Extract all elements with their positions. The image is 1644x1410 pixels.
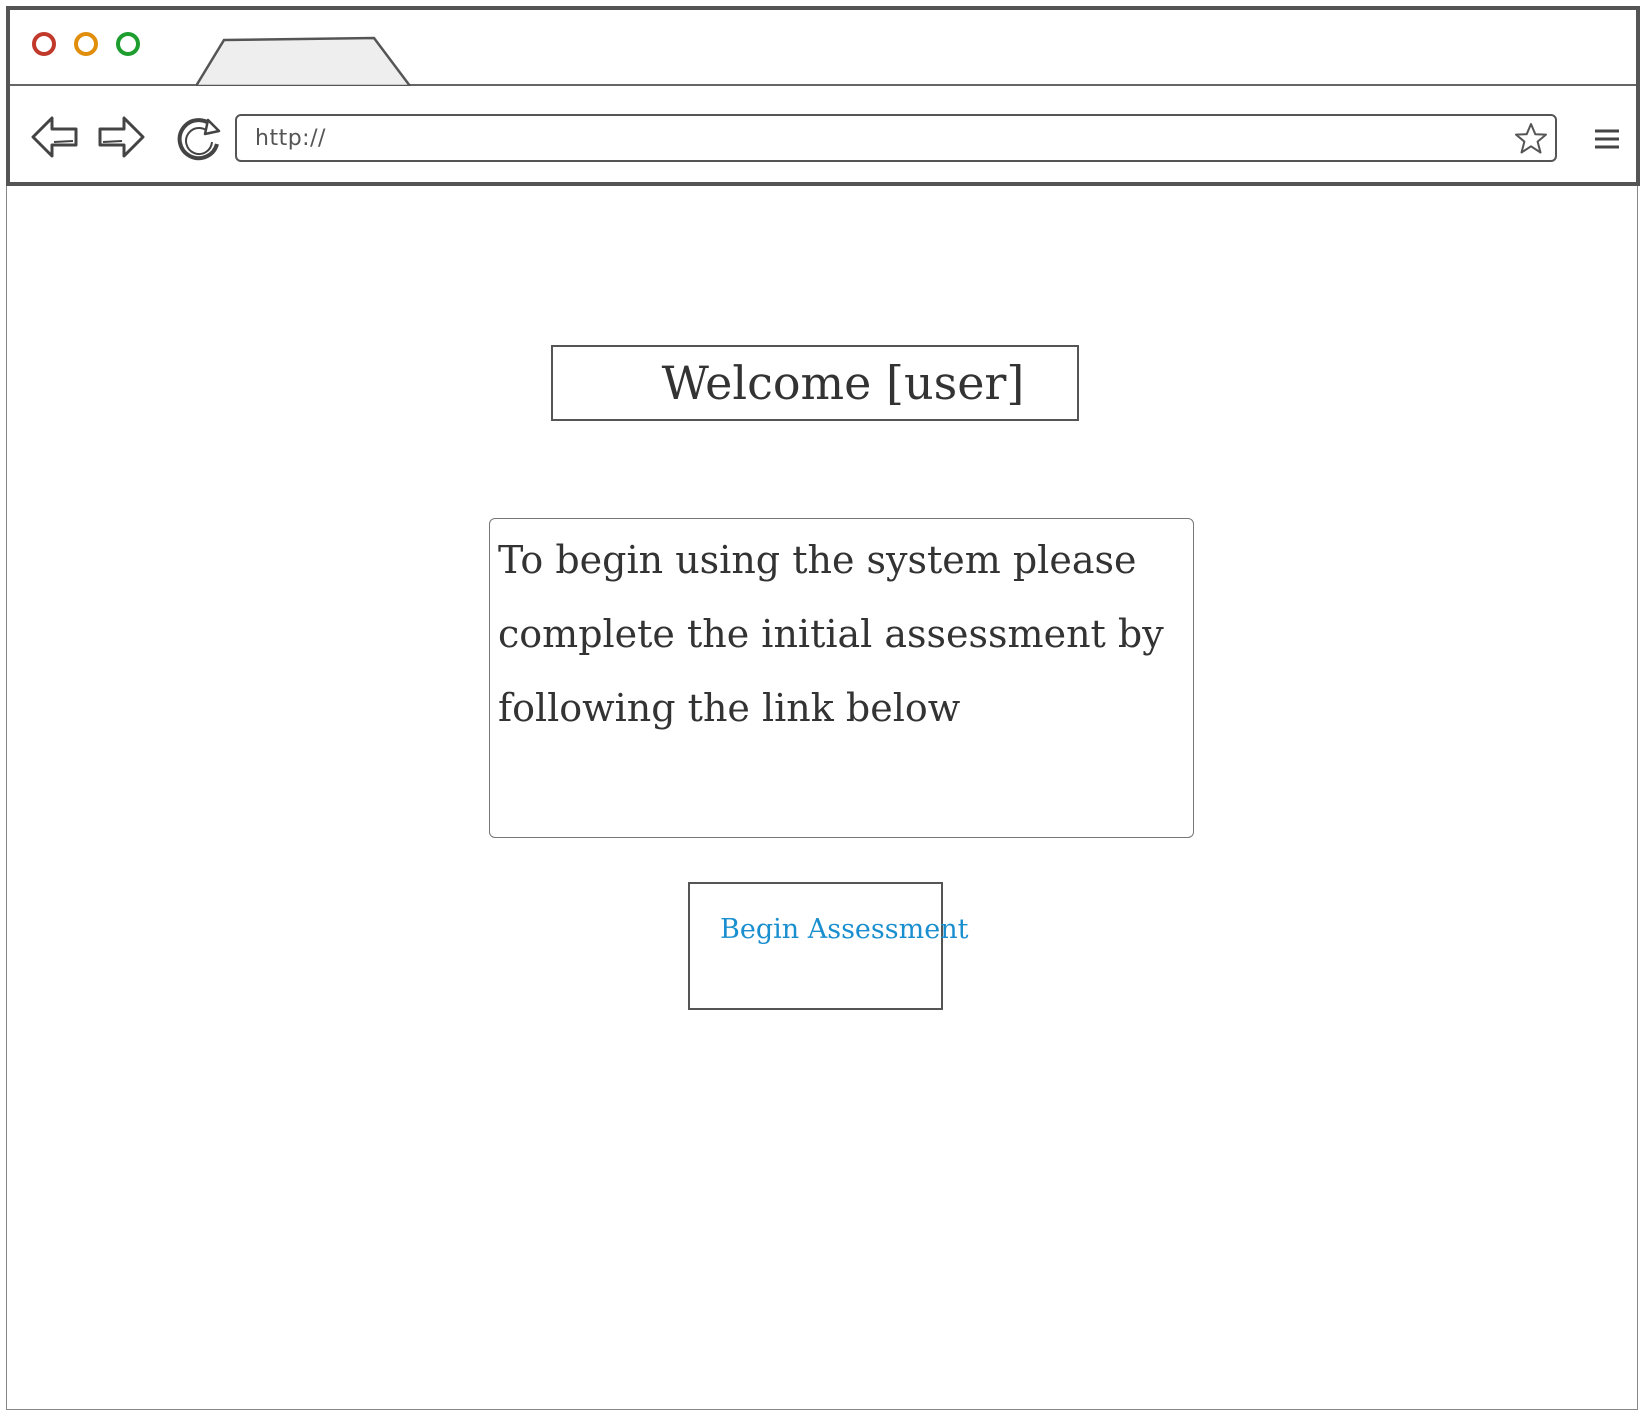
back-arrow-icon[interactable] — [30, 114, 80, 160]
hamburger-menu-icon[interactable] — [1593, 128, 1621, 150]
begin-assessment-button[interactable]: Begin Assessment — [688, 882, 968, 1010]
maximize-window-button[interactable] — [116, 32, 140, 56]
browser-chrome: http:// — [6, 6, 1640, 186]
star-icon[interactable] — [1513, 121, 1549, 157]
browser-tab[interactable] — [196, 34, 426, 86]
welcome-title: Welcome [user] — [661, 356, 1025, 410]
close-window-button[interactable] — [32, 32, 56, 56]
browser-toolbar: http:// — [10, 86, 1636, 182]
reload-icon[interactable] — [172, 112, 226, 164]
address-bar-text: http:// — [255, 126, 326, 151]
welcome-heading-box: Welcome [user] — [551, 345, 1079, 421]
instructions-text: To begin using the system please complet… — [498, 538, 1164, 730]
tab-strip — [10, 10, 1636, 86]
address-bar[interactable]: http:// — [235, 114, 1557, 162]
begin-assessment-label: Begin Assessment — [720, 914, 969, 945]
instructions-box: To begin using the system please complet… — [489, 518, 1194, 838]
forward-arrow-icon[interactable] — [96, 114, 146, 160]
minimize-window-button[interactable] — [74, 32, 98, 56]
